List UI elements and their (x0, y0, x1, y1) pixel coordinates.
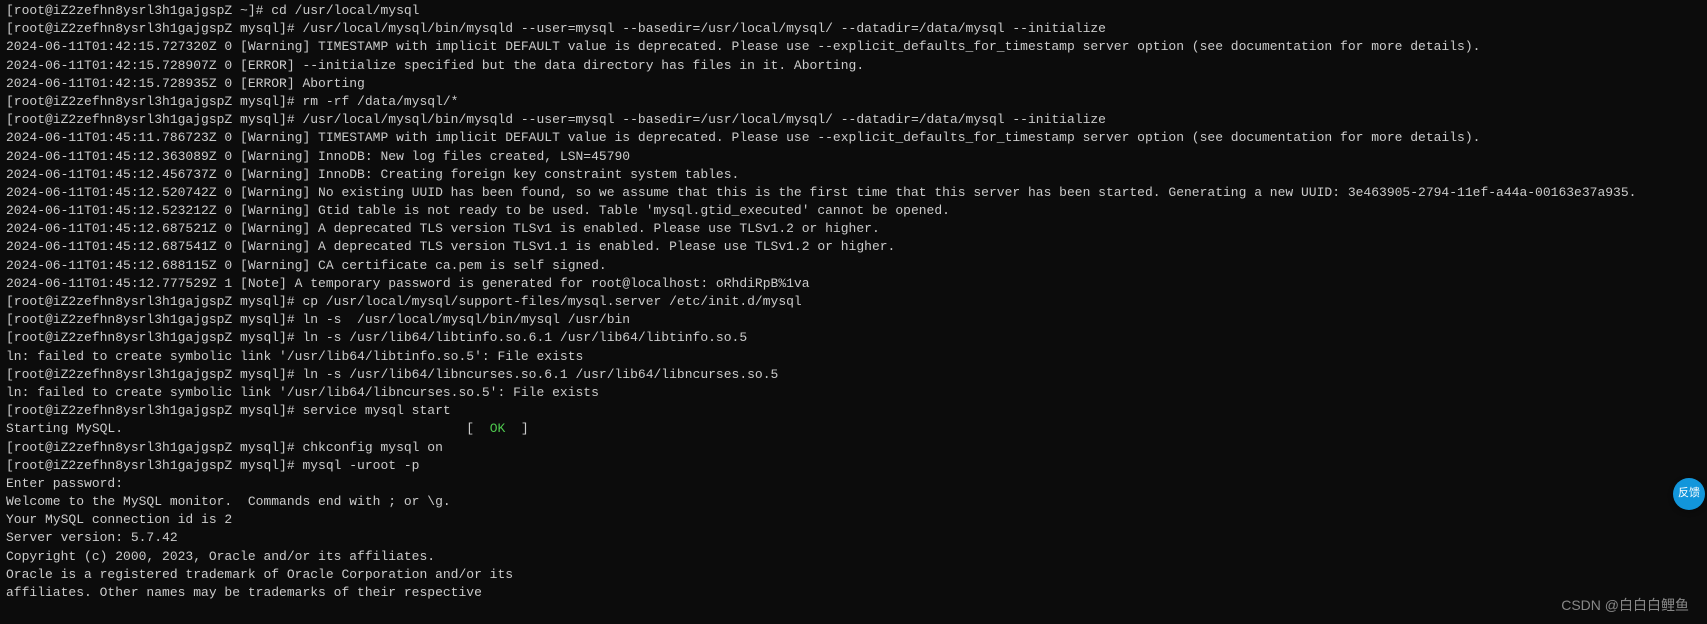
terminal-line: [root@iZ2zefhn8ysrl3h1gajgspZ mysql]# ln… (6, 366, 1701, 384)
terminal-line: ln: failed to create symbolic link '/usr… (6, 384, 1701, 402)
terminal-line: [root@iZ2zefhn8ysrl3h1gajgspZ mysql]# /u… (6, 20, 1701, 38)
terminal-line: ln: failed to create symbolic link '/usr… (6, 348, 1701, 366)
terminal-line: [root@iZ2zefhn8ysrl3h1gajgspZ mysql]# my… (6, 457, 1701, 475)
feedback-badge[interactable]: 反馈 (1673, 478, 1705, 510)
terminal-line: 2024-06-11T01:45:11.786723Z 0 [Warning] … (6, 129, 1701, 147)
terminal-line: Your MySQL connection id is 2 (6, 511, 1701, 529)
terminal-line: Server version: 5.7.42 (6, 529, 1701, 547)
terminal-line: Enter password: (6, 475, 1701, 493)
terminal-line: Starting MySQL. [ OK ] (6, 420, 1701, 438)
watermark: CSDN @白白白鲤鱼 (1561, 596, 1689, 616)
terminal-line: [root@iZ2zefhn8ysrl3h1gajgspZ mysql]# /u… (6, 111, 1701, 129)
terminal-line: 2024-06-11T01:45:12.688115Z 0 [Warning] … (6, 257, 1701, 275)
terminal-line: [root@iZ2zefhn8ysrl3h1gajgspZ mysql]# ln… (6, 311, 1701, 329)
terminal-line: 2024-06-11T01:45:12.687521Z 0 [Warning] … (6, 220, 1701, 238)
terminal-line: [root@iZ2zefhn8ysrl3h1gajgspZ mysql]# ln… (6, 329, 1701, 347)
terminal-line: 2024-06-11T01:45:12.523212Z 0 [Warning] … (6, 202, 1701, 220)
terminal-line: [root@iZ2zefhn8ysrl3h1gajgspZ ~]# cd /us… (6, 2, 1701, 20)
terminal-line: 2024-06-11T01:45:12.687541Z 0 [Warning] … (6, 238, 1701, 256)
terminal-line: Welcome to the MySQL monitor. Commands e… (6, 493, 1701, 511)
terminal-line: 2024-06-11T01:45:12.777529Z 1 [Note] A t… (6, 275, 1701, 293)
terminal-line: 2024-06-11T01:45:12.456737Z 0 [Warning] … (6, 166, 1701, 184)
terminal-output[interactable]: [root@iZ2zefhn8ysrl3h1gajgspZ ~]# cd /us… (6, 2, 1701, 602)
terminal-line: Oracle is a registered trademark of Orac… (6, 566, 1701, 584)
terminal-line: 2024-06-11T01:45:12.520742Z 0 [Warning] … (6, 184, 1701, 202)
terminal-line: [root@iZ2zefhn8ysrl3h1gajgspZ mysql]# cp… (6, 293, 1701, 311)
terminal-line: 2024-06-11T01:45:12.363089Z 0 [Warning] … (6, 148, 1701, 166)
terminal-line: 2024-06-11T01:42:15.728935Z 0 [ERROR] Ab… (6, 75, 1701, 93)
terminal-line: [root@iZ2zefhn8ysrl3h1gajgspZ mysql]# ch… (6, 439, 1701, 457)
status-ok: OK (490, 421, 506, 436)
terminal-line: affiliates. Other names may be trademark… (6, 584, 1701, 602)
terminal-line: [root@iZ2zefhn8ysrl3h1gajgspZ mysql]# se… (6, 402, 1701, 420)
terminal-line: 2024-06-11T01:42:15.728907Z 0 [ERROR] --… (6, 57, 1701, 75)
terminal-line: [root@iZ2zefhn8ysrl3h1gajgspZ mysql]# rm… (6, 93, 1701, 111)
terminal-line: Copyright (c) 2000, 2023, Oracle and/or … (6, 548, 1701, 566)
terminal-line: 2024-06-11T01:42:15.727320Z 0 [Warning] … (6, 38, 1701, 56)
